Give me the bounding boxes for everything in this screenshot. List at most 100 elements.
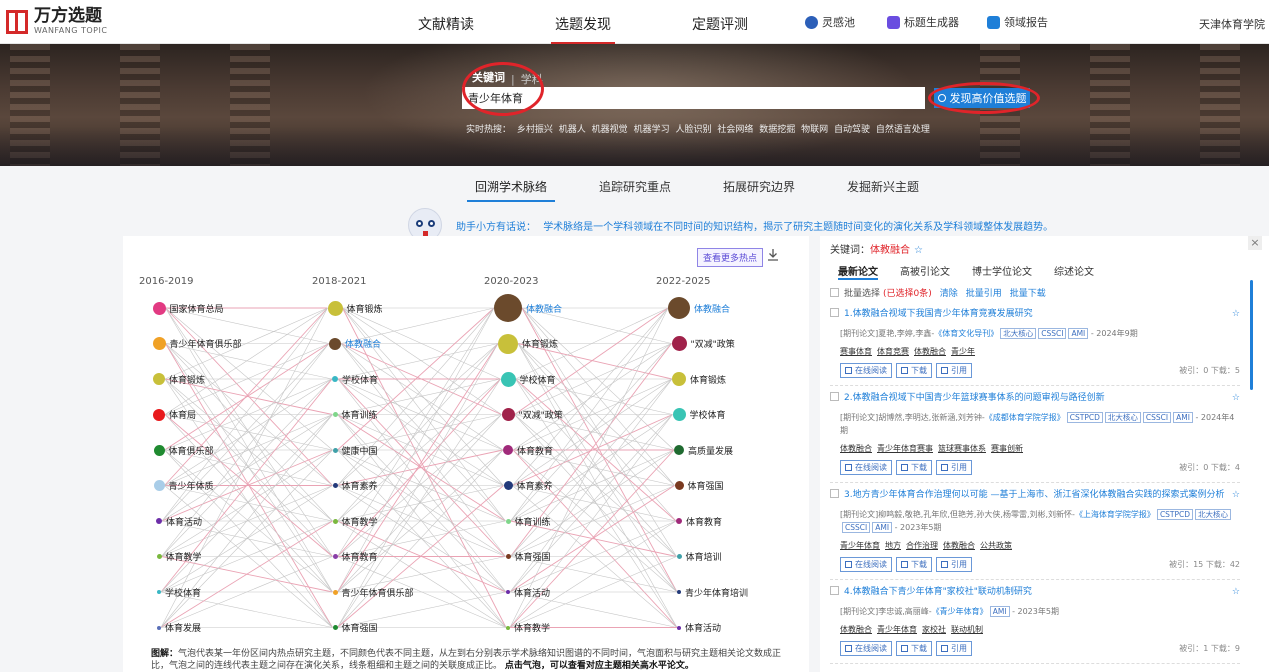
hot-term[interactable]: 自然语言处理: [876, 125, 930, 135]
clear-link[interactable]: 清除: [940, 286, 958, 299]
topic-node[interactable]: 体育教学: [506, 620, 550, 636]
star-icon[interactable]: ☆: [1232, 586, 1240, 598]
paper-title-link[interactable]: 2.体教融合视域下中国青少年篮球赛事体系的问题审视与路径创新: [844, 392, 1226, 404]
paper-keyword-link[interactable]: 公共政策: [980, 541, 1012, 550]
topic-node[interactable]: 青少年体育培训: [677, 584, 748, 600]
topic-node[interactable]: 体育教育: [676, 513, 722, 529]
topic-bubble[interactable]: [500, 371, 516, 387]
star-icon[interactable]: ☆: [1232, 489, 1240, 501]
topic-bubble[interactable]: [668, 297, 690, 319]
topic-bubble[interactable]: [153, 373, 165, 385]
topic-node[interactable]: 体育训练: [332, 407, 378, 423]
hot-term[interactable]: 乡村振兴: [517, 125, 553, 135]
download-button[interactable]: 下载: [896, 557, 932, 572]
cite-button[interactable]: 引用: [936, 557, 972, 572]
tool-title-generator[interactable]: 标题生成器: [887, 14, 959, 30]
paper-keyword-link[interactable]: 青少年: [951, 347, 975, 356]
paper-keyword-link[interactable]: 地方: [885, 541, 901, 550]
paper-keyword-link[interactable]: 体教融合: [943, 541, 975, 550]
topic-node[interactable]: 体育锻炼: [153, 371, 205, 387]
paper-source-link[interactable]: 《上海体育学院学报》: [1075, 510, 1155, 519]
topic-bubble[interactable]: [329, 337, 341, 350]
bulk-select-checkbox[interactable]: [830, 288, 839, 297]
topic-node[interactable]: 高质量发展: [674, 442, 733, 458]
paper-checkbox[interactable]: [830, 308, 839, 317]
topic-bubble[interactable]: [332, 625, 338, 630]
download-button[interactable]: 下载: [896, 460, 932, 475]
paper-keyword-link[interactable]: 篮球赛事体系: [938, 444, 986, 453]
topic-node[interactable]: 健康中国: [332, 442, 378, 458]
read-online-button[interactable]: 在线阅读: [840, 363, 892, 378]
topic-bubble[interactable]: [501, 408, 515, 421]
topic-node[interactable]: 体育锻炼: [498, 333, 558, 354]
topic-bubble[interactable]: [156, 518, 162, 524]
topic-bubble[interactable]: [503, 481, 513, 490]
topic-bubble[interactable]: [157, 590, 161, 594]
topic-node[interactable]: 青少年体质: [153, 478, 214, 494]
download-button[interactable]: 下载: [896, 363, 932, 378]
tool-field-report[interactable]: 领域报告: [987, 14, 1048, 30]
topic-bubble[interactable]: [332, 483, 338, 488]
paper-keyword-link[interactable]: 赛事体育: [840, 347, 872, 356]
topic-bubble[interactable]: [505, 518, 511, 524]
tab-research-boundary[interactable]: 拓展研究边界: [723, 178, 795, 195]
topic-node[interactable]: 体育素养: [503, 478, 553, 494]
topic-node[interactable]: 体育教育: [503, 442, 553, 458]
paper-keyword-link[interactable]: 体教融合: [840, 444, 872, 453]
paper-keyword-link[interactable]: 青少年体育赛事: [877, 444, 933, 453]
hot-term[interactable]: 数据挖掘: [759, 125, 795, 135]
topic-node[interactable]: 学校体育: [332, 371, 378, 387]
cite-button[interactable]: 引用: [936, 641, 972, 656]
topic-bubble[interactable]: [676, 554, 682, 559]
tab-doctoral-theses[interactable]: 博士学位论文: [972, 263, 1032, 278]
topic-bubble[interactable]: [677, 625, 681, 630]
topic-node[interactable]: 体育锻炼: [672, 371, 726, 387]
topic-bubble[interactable]: [672, 372, 686, 386]
cite-button[interactable]: 引用: [936, 460, 972, 475]
paper-source-link[interactable]: 《成都体育学院学报》: [985, 413, 1065, 422]
hot-term[interactable]: 人脸识别: [675, 125, 711, 135]
paper-keyword-link[interactable]: 体育竞赛: [877, 347, 909, 356]
topic-bubble[interactable]: [327, 300, 343, 316]
topic-node[interactable]: 体育教学: [156, 549, 202, 565]
paper-title-link[interactable]: 1.体教融合视域下我国青少年体育竞赛发展研究: [844, 308, 1226, 320]
topic-node[interactable]: 学校体育: [672, 407, 726, 423]
read-online-button[interactable]: 在线阅读: [840, 557, 892, 572]
star-icon[interactable]: ☆: [1232, 392, 1240, 404]
topic-node[interactable]: 体教融合: [668, 297, 730, 319]
topic-bubble[interactable]: [152, 301, 166, 315]
topic-node[interactable]: 体育活动: [677, 620, 721, 636]
topic-bubble[interactable]: [153, 480, 165, 491]
topic-node[interactable]: 体教融合: [494, 294, 562, 322]
topic-node[interactable]: 体育训练: [505, 513, 551, 529]
topic-bubble[interactable]: [676, 518, 682, 524]
topic-node[interactable]: 体育强国: [505, 549, 551, 565]
bulk-download-link[interactable]: 批量下载: [1010, 286, 1046, 299]
topic-node[interactable]: 体育俱乐部: [153, 442, 214, 458]
paper-title-link[interactable]: 3.地方青少年体育合作治理何以可能 —基于上海市、浙江省深化体教融合实践的探索式…: [844, 489, 1226, 501]
hot-term[interactable]: 物联网: [801, 125, 828, 135]
topic-bubble[interactable]: [332, 518, 338, 524]
topic-bubble[interactable]: [332, 589, 338, 595]
read-online-button[interactable]: 在线阅读: [840, 460, 892, 475]
topic-bubble[interactable]: [498, 333, 518, 354]
topic-bubble[interactable]: [505, 554, 511, 559]
logo[interactable]: 万方选题 WANFANG TOPIC: [6, 8, 107, 35]
tool-inspiration[interactable]: 灵感池: [805, 14, 855, 30]
topic-bubble[interactable]: [152, 337, 166, 350]
hot-term[interactable]: 自动驾驶: [834, 125, 870, 135]
topic-node[interactable]: 体育锻炼: [327, 300, 383, 316]
topic-bubble[interactable]: [674, 481, 684, 490]
topic-node[interactable]: 国家体育总局: [152, 300, 224, 316]
paper-checkbox[interactable]: [830, 586, 839, 595]
topic-bubble[interactable]: [506, 590, 510, 594]
nav-link-literature[interactable]: 文献精读: [418, 14, 474, 34]
star-icon[interactable]: ☆: [1232, 308, 1240, 320]
topic-bubble[interactable]: [671, 336, 687, 351]
topic-bubble[interactable]: [503, 445, 513, 455]
topic-bubble[interactable]: [506, 625, 510, 630]
topic-bubble[interactable]: [332, 554, 338, 559]
paper-keyword-link[interactable]: 体教融合: [840, 625, 872, 634]
topic-node[interactable]: "双减"政策: [501, 407, 563, 423]
topic-bubble[interactable]: [332, 447, 338, 453]
